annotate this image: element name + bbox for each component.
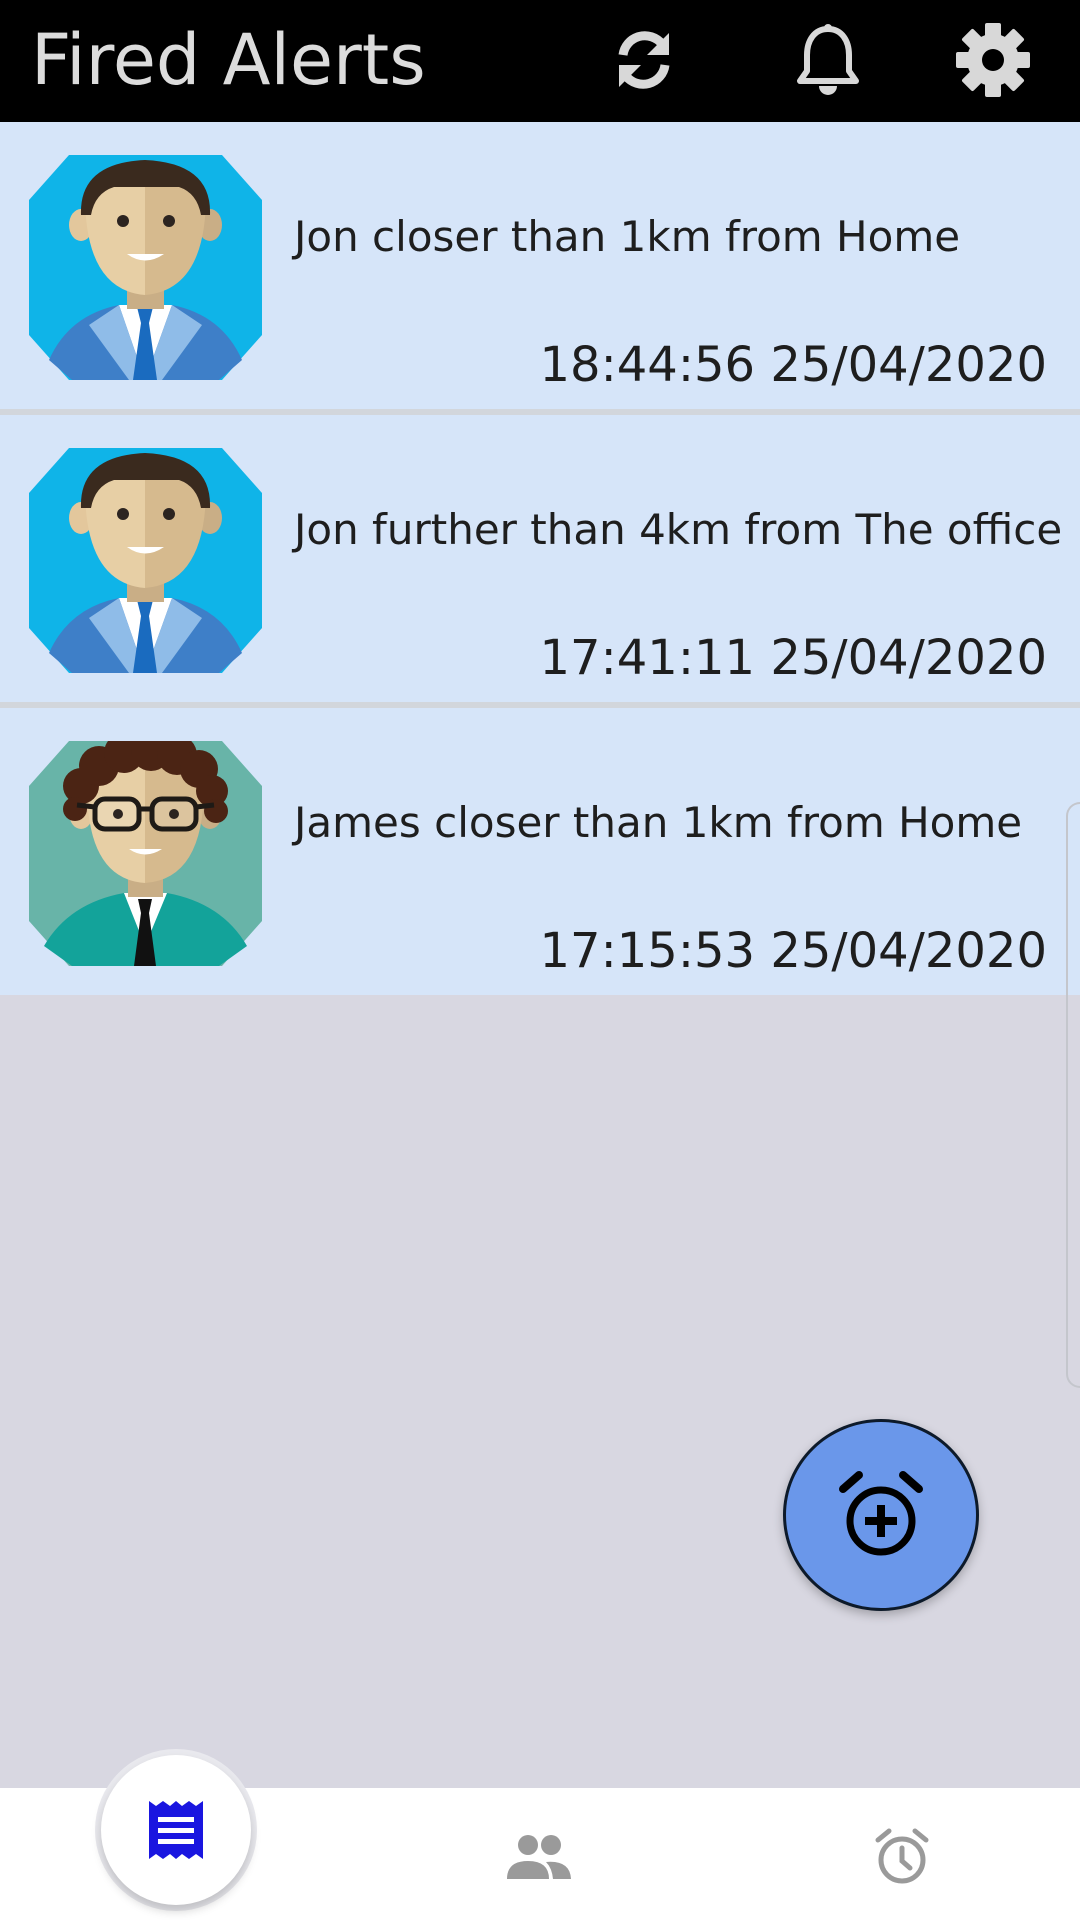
gear-icon <box>956 23 1030 97</box>
refresh-icon <box>618 31 670 89</box>
businessman-avatar <box>29 448 262 673</box>
alert-message: Jon further than 4km from The office <box>294 505 1063 554</box>
alert-item[interactable]: Jon further than 4km from The office 17:… <box>0 415 1080 708</box>
app-bar: Fired Alerts <box>0 0 1080 122</box>
receipt-list-icon <box>149 1801 203 1859</box>
people-icon <box>507 1835 571 1879</box>
notifications-button[interactable] <box>785 17 871 103</box>
refresh-button[interactable] <box>601 17 687 103</box>
scrollbar-edge[interactable] <box>1066 802 1080 1388</box>
add-alert-button[interactable] <box>783 1419 979 1611</box>
alarm-clock-icon <box>875 1828 929 1884</box>
nav-alarms[interactable] <box>862 1816 942 1896</box>
nav-fired-alerts[interactable] <box>101 1755 251 1905</box>
bottom-navigation <box>0 1755 1080 1920</box>
businessman-avatar <box>29 155 262 380</box>
fired-alerts-list: Jon closer than 1km from Home 18:44:56 2… <box>0 122 1080 995</box>
alert-item[interactable]: Jon closer than 1km from Home 18:44:56 2… <box>0 122 1080 415</box>
alert-timestamp: 18:44:56 25/04/2020 <box>539 337 1048 393</box>
add-alarm-icon <box>839 1471 923 1556</box>
nav-people[interactable] <box>500 1818 578 1896</box>
page-title: Fired Alerts <box>31 19 426 101</box>
alert-message: Jon closer than 1km from Home <box>294 212 961 261</box>
alert-timestamp: 17:15:53 25/04/2020 <box>539 923 1048 979</box>
settings-button[interactable] <box>950 17 1036 103</box>
curly-hair-glasses-avatar <box>29 741 262 966</box>
alert-timestamp: 17:41:11 25/04/2020 <box>539 630 1048 686</box>
alert-item[interactable]: James closer than 1km from Home 17:15:53… <box>0 708 1080 995</box>
app-screen: Fired Alerts Jon closer than 1km from Ho… <box>0 0 1080 1920</box>
bell-icon <box>797 24 859 95</box>
alert-message: James closer than 1km from Home <box>294 798 1023 847</box>
